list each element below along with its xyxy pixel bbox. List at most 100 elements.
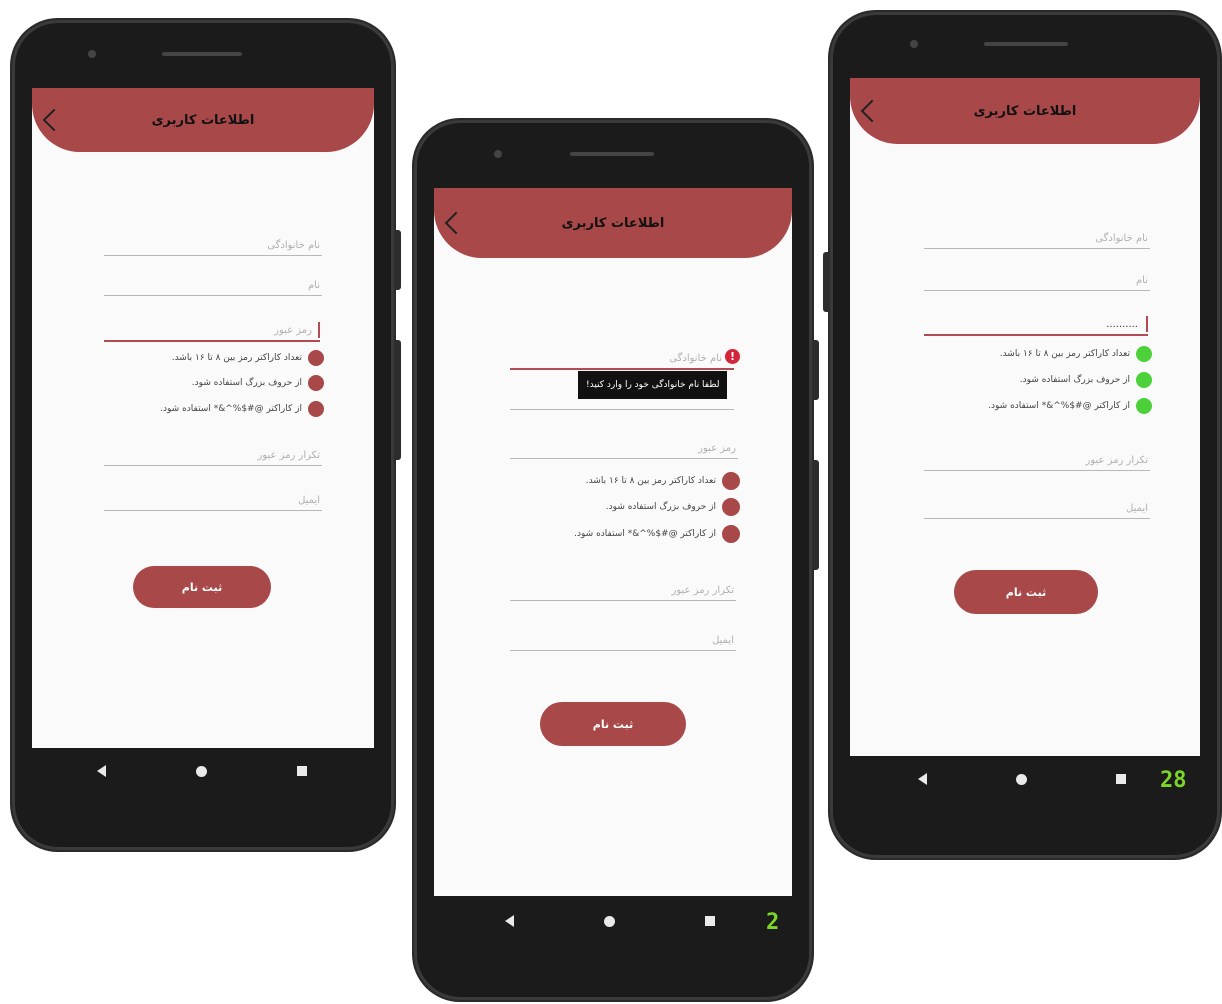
camera	[494, 150, 502, 158]
confirm-password-field[interactable]: تکرار رمز عبور	[104, 443, 322, 466]
phone-3: اطلاعات کاربری نام خانوادگی نام ........…	[823, 12, 1220, 858]
confirm-password-placeholder: تکرار رمز عبور	[1085, 455, 1148, 466]
rule-text: تعداد کاراکتر رمز بین ۸ تا ۱۶ باشد.	[171, 353, 302, 363]
rule-status-dot	[1136, 346, 1152, 362]
speaker	[570, 152, 654, 156]
nav-bar	[460, 908, 760, 934]
header-title: اطلاعات کاربری	[561, 215, 665, 231]
password-rule-special: از کاراکتر @#$%^&* استفاده شود.	[574, 525, 740, 543]
confirm-password-field[interactable]: تکرار رمز عبور	[510, 578, 736, 601]
password-rule-uppercase: از حروف بزرگ استفاده شود.	[1020, 372, 1152, 388]
password-rule-length: تعداد کاراکتر رمز بین ۸ تا ۱۶ باشد.	[586, 472, 740, 490]
email-placeholder: ایمیل	[1126, 503, 1148, 514]
email-field[interactable]: ایمیل	[510, 628, 736, 651]
screen: اطلاعات کاربری نام خانوادگی نام ........…	[850, 78, 1200, 756]
camera	[88, 50, 96, 58]
rule-status-dot	[722, 498, 740, 516]
password-placeholder: رمز عبور	[274, 325, 312, 336]
text-cursor	[318, 322, 320, 338]
screen: اطلاعات کاربری نام خانوادگی نام رمز عبور…	[32, 88, 374, 748]
header-title: اطلاعات کاربری	[151, 112, 255, 128]
last-name-field[interactable]: نام خانوادگی	[924, 226, 1150, 249]
nav-recent-icon[interactable]	[297, 766, 307, 776]
confirm-password-placeholder: تکرار رمز عبور	[257, 450, 320, 461]
power-button	[812, 340, 819, 400]
last-name-field[interactable]: نام خانوادگی !	[510, 346, 740, 370]
nav-recent-icon[interactable]	[705, 916, 715, 926]
rule-status-dot	[722, 525, 740, 543]
app-header: اطلاعات کاربری	[850, 78, 1200, 144]
error-icon: !	[725, 349, 740, 364]
password-rule-special: از کاراکتر @#$%^&* استفاده شود.	[160, 401, 324, 417]
password-placeholder: رمز عبور	[698, 443, 736, 454]
rule-status-dot	[308, 401, 324, 417]
last-name-placeholder: نام خانوادگی	[669, 353, 722, 364]
screen-number-label: 2	[766, 910, 780, 935]
last-name-placeholder: نام خانوادگی	[1095, 233, 1148, 244]
rule-text: از حروف بزرگ استفاده شود.	[605, 502, 716, 512]
rule-status-dot	[1136, 372, 1152, 388]
confirm-password-field[interactable]: تکرار رمز عبور	[924, 448, 1150, 471]
rule-text: تعداد کاراکتر رمز بین ۸ تا ۱۶ باشد.	[585, 476, 716, 486]
rule-text: از حروف بزرگ استفاده شود.	[191, 378, 302, 388]
app-header: اطلاعات کاربری	[434, 188, 792, 258]
submit-button[interactable]: ثبت نام	[540, 702, 686, 746]
rule-text: تعداد کاراکتر رمز بین ۸ تا ۱۶ باشد.	[999, 349, 1130, 359]
rule-status-dot	[1136, 398, 1152, 414]
password-value: ..........	[1106, 319, 1138, 330]
first-name-placeholder: نام	[1135, 275, 1148, 286]
first-name-field[interactable]: نام	[924, 268, 1150, 291]
email-placeholder: ایمیل	[712, 635, 734, 646]
first-name-placeholder: نام	[307, 280, 320, 291]
first-name-field[interactable]	[510, 387, 734, 410]
password-rule-length: تعداد کاراکتر رمز بین ۸ تا ۱۶ باشد.	[1000, 346, 1152, 362]
email-field[interactable]: ایمیل	[104, 488, 322, 511]
speaker	[984, 42, 1068, 46]
rule-text: از کاراکتر @#$%^&* استفاده شود.	[160, 404, 302, 414]
rule-text: از حروف بزرگ استفاده شود.	[1019, 375, 1130, 385]
header-title: اطلاعات کاربری	[973, 103, 1077, 119]
nav-bar	[52, 758, 352, 784]
volume-button	[394, 340, 401, 460]
speaker	[162, 52, 242, 56]
nav-back-icon[interactable]	[918, 773, 928, 785]
screen: اطلاعات کاربری نام خانوادگی ! لطفا نام خ…	[434, 188, 792, 896]
confirm-password-placeholder: تکرار رمز عبور	[671, 585, 734, 596]
last-name-placeholder: نام خانوادگی	[267, 240, 320, 251]
last-name-field[interactable]: نام خانوادگی	[104, 233, 322, 256]
rule-text: از کاراکتر @#$%^&* استفاده شود.	[988, 401, 1130, 411]
submit-button[interactable]: ثبت نام	[133, 566, 271, 608]
password-rule-special: از کاراکتر @#$%^&* استفاده شود.	[988, 398, 1152, 414]
submit-button[interactable]: ثبت نام	[954, 570, 1098, 614]
password-rule-length: تعداد کاراکتر رمز بین ۸ تا ۱۶ باشد.	[172, 350, 324, 366]
first-name-field[interactable]: نام	[104, 273, 322, 296]
rule-status-dot	[308, 375, 324, 391]
rule-text: از کاراکتر @#$%^&* استفاده شود.	[574, 529, 716, 539]
nav-bar	[874, 766, 1170, 792]
password-field[interactable]: ..........	[924, 312, 1148, 336]
rule-status-dot	[308, 350, 324, 366]
phone-1: اطلاعات کاربری نام خانوادگی نام رمز عبور…	[12, 20, 401, 850]
power-button	[823, 252, 830, 312]
power-button	[394, 230, 401, 290]
password-rule-uppercase: از حروف بزرگ استفاده شود.	[192, 375, 324, 391]
back-arrow-icon[interactable]	[860, 99, 884, 123]
email-field[interactable]: ایمیل	[924, 496, 1150, 519]
nav-recent-icon[interactable]	[1115, 774, 1126, 784]
nav-home-icon[interactable]	[604, 915, 615, 927]
screen-number-label: 28	[1160, 768, 1187, 793]
nav-back-icon[interactable]	[505, 915, 514, 927]
password-rule-uppercase: از حروف بزرگ استفاده شود.	[606, 498, 740, 516]
app-header: اطلاعات کاربری	[32, 88, 374, 152]
password-field[interactable]: رمز عبور	[510, 436, 738, 459]
password-field[interactable]: رمز عبور	[104, 318, 320, 342]
camera	[910, 40, 918, 48]
phone-2: اطلاعات کاربری نام خانوادگی ! لطفا نام خ…	[414, 120, 819, 1000]
back-arrow-icon[interactable]	[42, 108, 66, 132]
email-placeholder: ایمیل	[298, 495, 320, 506]
text-cursor	[1146, 316, 1148, 332]
nav-home-icon[interactable]	[196, 765, 207, 777]
nav-back-icon[interactable]	[97, 765, 106, 777]
nav-home-icon[interactable]	[1015, 773, 1027, 785]
back-arrow-icon[interactable]	[444, 211, 468, 235]
